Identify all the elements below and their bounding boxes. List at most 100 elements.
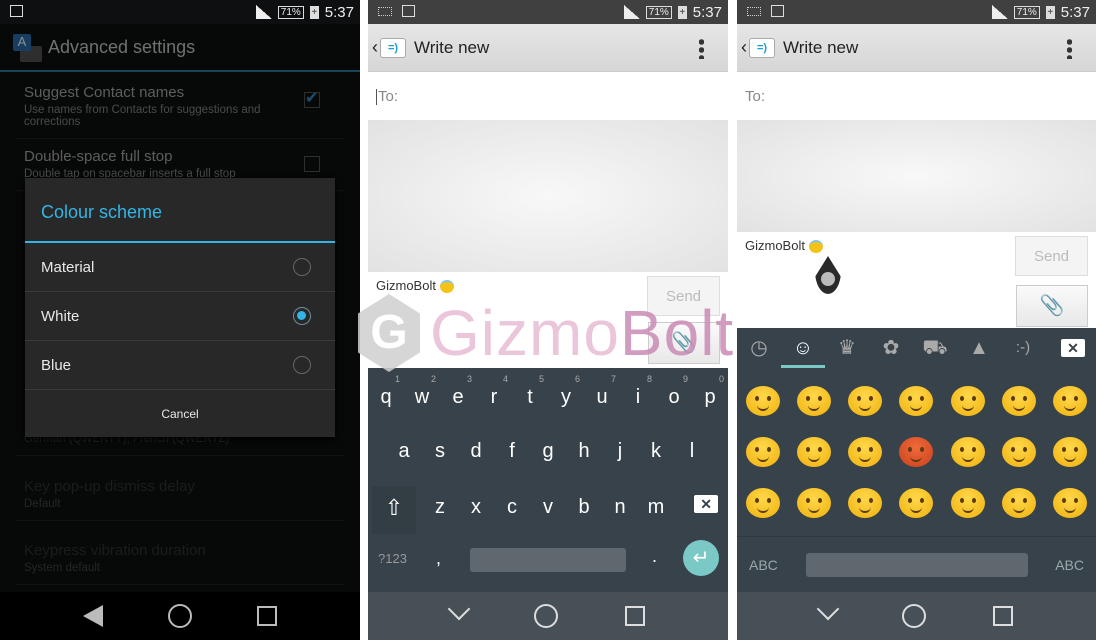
recents-icon[interactable]: [624, 606, 645, 626]
emoji-persevere[interactable]: [950, 487, 985, 518]
emoji-grin[interactable]: [848, 386, 883, 417]
key-letter: e: [452, 386, 464, 408]
key-w[interactable]: w2: [404, 374, 440, 409]
period-key[interactable]: .: [652, 546, 657, 567]
attach-button[interactable]: 📎: [648, 322, 720, 364]
backspace-key[interactable]: ✕: [694, 495, 718, 513]
send-button[interactable]: Send: [1015, 236, 1088, 276]
send-button[interactable]: Send: [647, 276, 720, 316]
emoji-slight-smile[interactable]: [1002, 386, 1037, 417]
key-t[interactable]: t5: [512, 374, 548, 409]
nav-bar: [368, 592, 728, 640]
option-material[interactable]: Material: [25, 243, 335, 292]
key-c[interactable]: c: [494, 496, 530, 519]
key-p[interactable]: p0: [692, 374, 728, 409]
key-v[interactable]: v: [530, 496, 566, 519]
emoji-laugh[interactable]: [745, 436, 780, 467]
radio-button-selected[interactable]: [293, 307, 311, 325]
key-e[interactable]: e3: [440, 374, 476, 409]
abc-key-left[interactable]: ABC: [749, 557, 778, 573]
key-a[interactable]: a: [386, 440, 422, 463]
messaging-app-icon[interactable]: =): [380, 37, 406, 58]
emoji-angry[interactable]: [848, 487, 883, 518]
key-m[interactable]: m: [638, 496, 674, 519]
overflow-menu-icon[interactable]: [1067, 38, 1072, 59]
to-field[interactable]: To:: [368, 72, 728, 120]
key-y[interactable]: y6: [548, 374, 584, 409]
to-field[interactable]: To:: [737, 72, 1096, 120]
emoji-neutral[interactable]: [1053, 436, 1088, 467]
key-x[interactable]: x: [458, 496, 494, 519]
home-icon[interactable]: [167, 604, 192, 628]
emoji-unamused[interactable]: [796, 487, 831, 518]
emoji-smile[interactable]: [745, 386, 780, 417]
comma-key[interactable]: ,: [436, 548, 441, 569]
triangle-tab-icon[interactable]: ▲: [957, 328, 1001, 368]
overflow-menu-icon[interactable]: [699, 38, 704, 59]
space-key[interactable]: [805, 552, 1028, 577]
home-icon[interactable]: [533, 604, 558, 628]
key-u[interactable]: u7: [584, 374, 620, 409]
shift-key[interactable]: ⇧: [372, 486, 416, 534]
emoji-grimace[interactable]: [899, 487, 934, 518]
key-o[interactable]: o9: [656, 374, 692, 409]
emoji-wink[interactable]: [950, 436, 985, 467]
emoji-sleepy[interactable]: [1053, 487, 1088, 518]
key-n[interactable]: n: [602, 496, 638, 519]
message-input[interactable]: GizmoBolt: [376, 278, 454, 294]
key-b[interactable]: b: [566, 496, 602, 519]
recents-icon[interactable]: [992, 606, 1013, 626]
message-input[interactable]: GizmoBolt: [745, 238, 823, 254]
emoji-grin-sweat[interactable]: [950, 386, 985, 417]
recents-icon[interactable]: [257, 606, 278, 626]
emoji-blush[interactable]: [796, 386, 831, 417]
key-h[interactable]: h: [566, 440, 602, 463]
to-placeholder: To:: [745, 88, 766, 105]
emoji-imp[interactable]: [899, 436, 934, 467]
hide-keyboard-icon[interactable]: [816, 597, 840, 621]
emoji-grin-big[interactable]: [899, 386, 934, 417]
option-blue[interactable]: Blue: [25, 341, 335, 390]
status-bar: 71% + 5:37: [368, 0, 728, 24]
key-k[interactable]: k: [638, 440, 674, 463]
radio-button[interactable]: [293, 356, 311, 374]
enter-key[interactable]: ↵: [683, 540, 719, 576]
text-cursor-handle[interactable]: [815, 256, 841, 294]
key-i[interactable]: i8: [620, 374, 656, 409]
space-key[interactable]: [470, 548, 626, 572]
flower-tab-icon[interactable]: ✿: [869, 328, 913, 368]
emoji-confused[interactable]: [1002, 436, 1037, 467]
key-z[interactable]: z: [422, 496, 458, 519]
key-j[interactable]: j: [602, 440, 638, 463]
emoji-innocent[interactable]: [848, 436, 883, 467]
key-l[interactable]: l: [674, 440, 710, 463]
car-tab-icon[interactable]: ⛟: [913, 328, 957, 368]
emoji-disappointed[interactable]: [1002, 487, 1037, 518]
symbols-key[interactable]: ?123: [378, 551, 407, 566]
emoji-wink-smile[interactable]: [796, 436, 831, 467]
abc-key-right[interactable]: ABC: [1055, 557, 1084, 573]
emoticon-tab[interactable]: :-): [1001, 328, 1045, 368]
key-f[interactable]: f: [494, 440, 530, 463]
key-s[interactable]: s: [422, 440, 458, 463]
emoji-expressionless[interactable]: [745, 487, 780, 518]
key-q[interactable]: q1: [368, 374, 404, 409]
back-chevron-icon[interactable]: ‹: [372, 37, 378, 58]
back-chevron-icon[interactable]: ‹: [741, 37, 747, 58]
option-white[interactable]: White: [25, 292, 335, 341]
attach-button[interactable]: 📎: [1016, 285, 1088, 327]
key-g[interactable]: g: [530, 440, 566, 463]
hide-keyboard-icon[interactable]: [448, 597, 471, 621]
radio-button[interactable]: [293, 258, 311, 276]
backspace-key[interactable]: ✕: [1050, 338, 1096, 357]
crown-tab-icon[interactable]: ♛: [825, 328, 869, 368]
messaging-app-icon[interactable]: =): [749, 37, 775, 58]
back-icon[interactable]: [82, 605, 103, 627]
emoji-tongue[interactable]: [1053, 386, 1088, 417]
key-d[interactable]: d: [458, 440, 494, 463]
smiley-tab-icon[interactable]: ☺: [781, 328, 825, 368]
cancel-button[interactable]: Cancel: [25, 390, 335, 437]
recents-tab-icon[interactable]: ◷: [737, 328, 781, 368]
key-r[interactable]: r4: [476, 374, 512, 409]
home-icon[interactable]: [902, 604, 927, 628]
